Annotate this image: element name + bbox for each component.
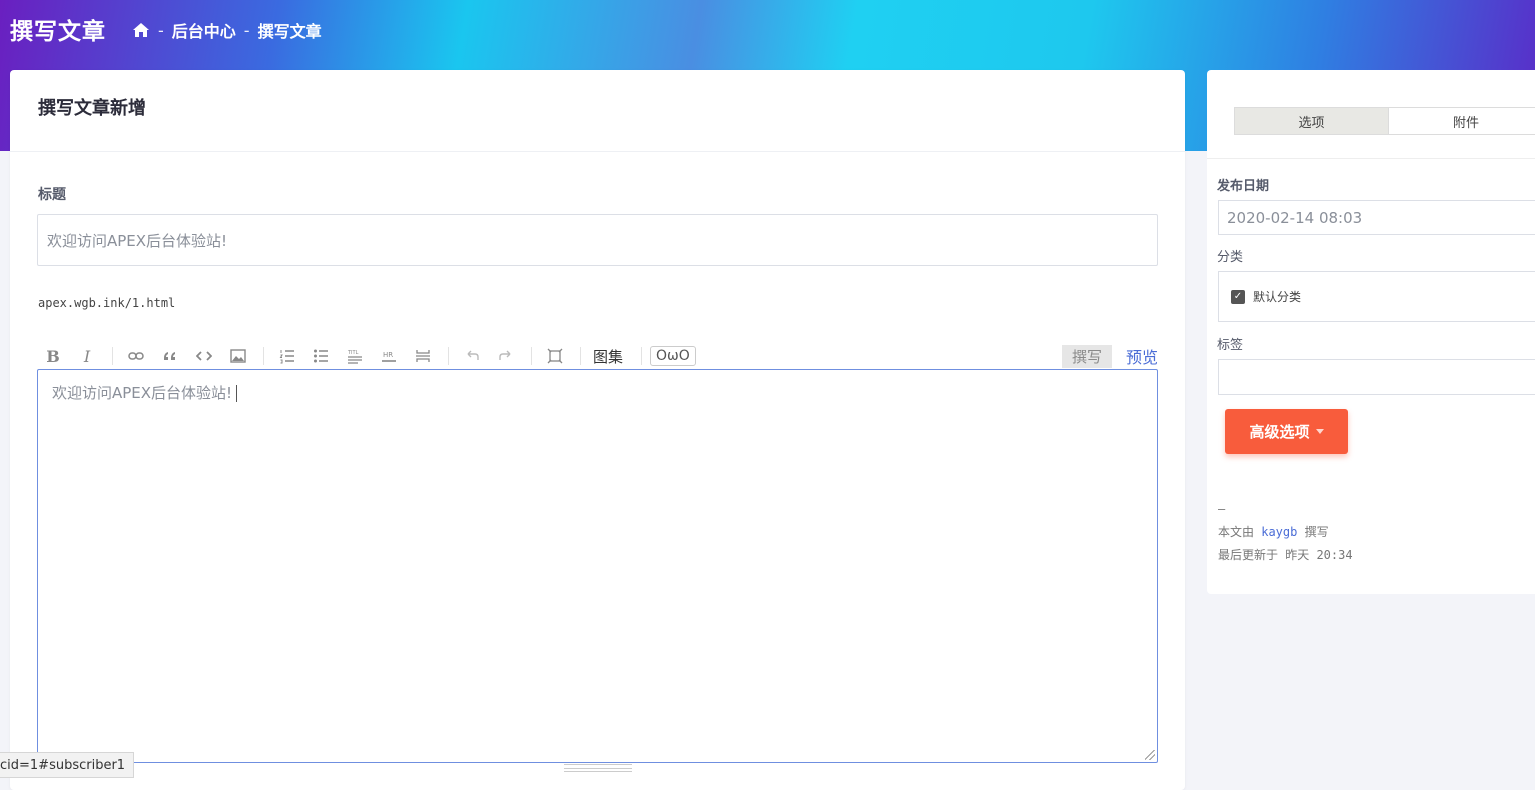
advanced-options-button[interactable]: 高级选项 bbox=[1225, 409, 1348, 454]
emoji-owo-button[interactable]: OωO bbox=[650, 346, 696, 366]
meta-updated-line: 最后更新于 昨天 20:34 bbox=[1218, 544, 1353, 567]
meta-updated-prefix: 最后更新于 bbox=[1218, 548, 1286, 562]
image-button[interactable] bbox=[223, 344, 253, 368]
bold-button[interactable]: B bbox=[38, 344, 68, 368]
meta-updated-time: 昨天 20:34 bbox=[1285, 548, 1353, 562]
write-mode-tab[interactable]: 撰写 bbox=[1061, 344, 1112, 368]
ordered-list-icon bbox=[279, 350, 294, 364]
gallery-button[interactable]: 图集 bbox=[589, 346, 627, 367]
caret-down-icon bbox=[1315, 429, 1324, 434]
more-break-button[interactable] bbox=[408, 344, 438, 368]
redo-icon bbox=[499, 350, 511, 360]
advanced-options-label: 高级选项 bbox=[1249, 423, 1310, 441]
home-icon[interactable] bbox=[132, 22, 150, 38]
category-option-label[interactable]: 默认分类 bbox=[1253, 288, 1301, 305]
breadcrumb-item-current: 撰写文章 bbox=[257, 22, 322, 41]
panel-divider bbox=[1207, 158, 1535, 159]
meta-dash: — bbox=[1218, 502, 1226, 516]
category-box: ✓ 默认分类 bbox=[1218, 271, 1535, 322]
tags-input[interactable] bbox=[1218, 359, 1535, 395]
unordered-list-icon bbox=[314, 349, 328, 363]
title-input[interactable]: 欢迎访问APEX后台体验站! bbox=[37, 214, 1158, 266]
meta-author-suffix: 撰写 bbox=[1297, 525, 1329, 539]
publish-date-label: 发布日期 bbox=[1217, 179, 1270, 194]
toolbar-divider bbox=[531, 347, 532, 365]
publish-date-input[interactable]: 2020-02-14 08:03 bbox=[1218, 200, 1535, 235]
options-panel: 选项 附件 发布日期 2020-02-14 08:03 分类 ✓ 默认分类 标签… bbox=[1207, 70, 1535, 594]
page-title: 撰写文章 bbox=[10, 19, 106, 45]
code-icon bbox=[196, 351, 212, 361]
redo-button[interactable] bbox=[491, 344, 521, 368]
image-icon bbox=[230, 349, 246, 363]
ordered-list-button[interactable] bbox=[272, 344, 302, 368]
editor-card: 撰写文章新增 标题 欢迎访问APEX后台体验站! apex.wgb.ink/1.… bbox=[10, 70, 1185, 790]
category-checkbox[interactable]: ✓ bbox=[1231, 289, 1245, 304]
preview-mode-tab[interactable]: 预览 bbox=[1126, 344, 1158, 368]
quote-icon bbox=[164, 352, 175, 360]
fullscreen-icon bbox=[547, 348, 563, 364]
editor-mode-switch: 撰写 预览 bbox=[1061, 344, 1158, 368]
options-tabs: 选项 附件 bbox=[1234, 107, 1535, 135]
undo-icon bbox=[467, 350, 479, 360]
toolbar-divider bbox=[580, 347, 581, 365]
page-break-icon bbox=[416, 350, 430, 362]
tab-attachments[interactable]: 附件 bbox=[1389, 108, 1535, 134]
breadcrumb-item-admin[interactable]: 后台中心 bbox=[172, 18, 236, 42]
heading-button[interactable]: TITL bbox=[340, 344, 370, 368]
editor-content-text: 欢迎访问APEX后台体验站! bbox=[52, 384, 233, 402]
breadcrumb: - 后台中心 - 撰写文章 bbox=[132, 18, 322, 42]
breadcrumb-separator: - bbox=[158, 20, 164, 40]
tags-label: 标签 bbox=[1217, 338, 1244, 353]
fullscreen-button[interactable] bbox=[540, 344, 570, 368]
category-label: 分类 bbox=[1217, 250, 1244, 265]
breadcrumb-separator: - bbox=[243, 20, 250, 40]
svg-text:HR: HR bbox=[383, 351, 393, 359]
horizontal-rule-icon: HR bbox=[382, 351, 396, 362]
tab-options[interactable]: 选项 bbox=[1235, 108, 1390, 134]
text-caret bbox=[236, 385, 238, 402]
editor-drag-grip[interactable] bbox=[564, 764, 632, 772]
resize-handle[interactable] bbox=[1145, 750, 1155, 760]
toolbar-divider bbox=[641, 347, 643, 365]
italic-icon: I bbox=[83, 346, 91, 366]
author-link[interactable]: kaygb bbox=[1261, 525, 1297, 539]
toolbar-divider bbox=[263, 347, 264, 365]
card-heading: 撰写文章新增 bbox=[10, 70, 1185, 152]
meta-author-line: 本文由 kaygb 撰写 bbox=[1218, 521, 1353, 544]
post-meta: — 本文由 kaygb 撰写 最后更新于 昨天 20:34 bbox=[1218, 498, 1353, 567]
unordered-list-button[interactable] bbox=[306, 344, 336, 368]
italic-button[interactable]: I bbox=[72, 344, 102, 368]
browser-status-bar: cid=1#subscriber1 bbox=[0, 752, 135, 778]
editor-toolbar: B I TITL HR 图集 OωO 撰写 预览 bbox=[38, 343, 1158, 369]
link-icon bbox=[128, 352, 144, 360]
link-button[interactable] bbox=[121, 344, 151, 368]
bold-icon: B bbox=[46, 346, 60, 366]
permalink-slug[interactable]: apex.wgb.ink/1.html bbox=[38, 296, 175, 310]
toolbar-divider bbox=[448, 347, 449, 365]
title-label: 标题 bbox=[38, 187, 66, 203]
quote-button[interactable] bbox=[155, 344, 185, 368]
code-button[interactable] bbox=[189, 344, 219, 368]
horizontal-rule-button[interactable]: HR bbox=[374, 344, 404, 368]
toolbar-divider bbox=[112, 347, 113, 365]
meta-author-prefix: 本文由 bbox=[1218, 525, 1262, 539]
undo-button[interactable] bbox=[457, 344, 487, 368]
heading-icon: TITL bbox=[347, 350, 362, 364]
svg-text:TITL: TITL bbox=[347, 350, 359, 356]
content-editor[interactable]: 欢迎访问APEX后台体验站! bbox=[37, 369, 1158, 763]
